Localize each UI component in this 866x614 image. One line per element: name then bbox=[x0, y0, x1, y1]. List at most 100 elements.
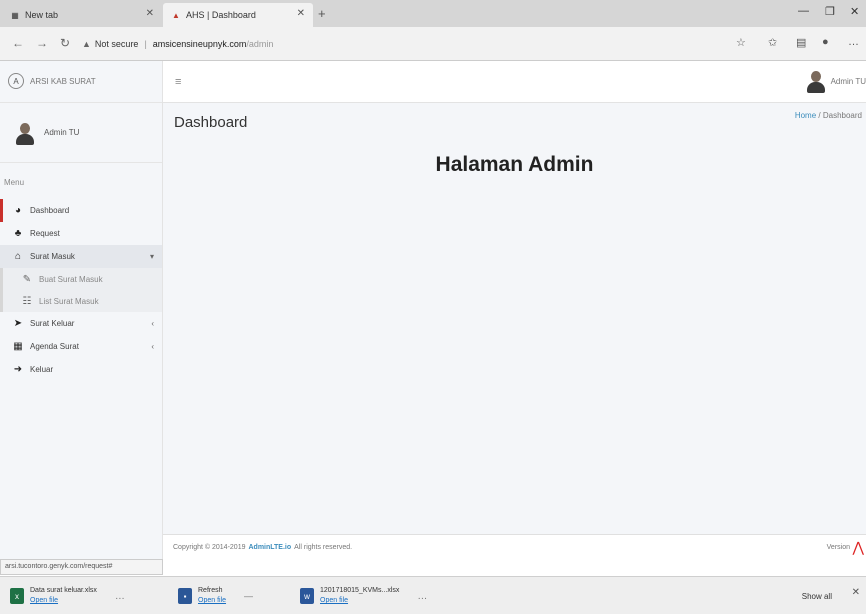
word-file-icon: w bbox=[300, 588, 314, 604]
back-icon[interactable]: ← bbox=[12, 36, 24, 50]
breadcrumb: Home / Dashboard bbox=[795, 111, 862, 120]
avatar bbox=[805, 69, 827, 93]
chevron-left-icon: ‹ bbox=[151, 319, 154, 328]
more-options-icon[interactable]: … bbox=[417, 591, 427, 602]
lock-warning-icon: ▲ bbox=[82, 39, 91, 49]
inbox-icon: ⌂ bbox=[14, 251, 22, 262]
chevron-left-icon: ‹ bbox=[151, 342, 154, 351]
more-menu-icon[interactable]: … bbox=[848, 36, 859, 48]
url-host: amsicensineupnyk.com bbox=[152, 39, 247, 49]
chevron-down-icon: ▾ bbox=[149, 252, 154, 261]
close-tab-icon[interactable]: ✕ bbox=[297, 8, 305, 19]
sidebar-item-request[interactable]: ♣ Request bbox=[0, 222, 162, 245]
download-filename: Data surat keluar.xlsx bbox=[30, 587, 97, 594]
brand-name: ARSI KAB SURAT bbox=[30, 77, 96, 86]
forward-icon[interactable]: → bbox=[36, 36, 48, 50]
tab-new-tab[interactable]: ▦ New tab ✕ bbox=[2, 3, 162, 27]
open-file-link[interactable]: Open file bbox=[30, 596, 97, 606]
show-all-button[interactable]: Show all bbox=[796, 587, 838, 605]
avatar bbox=[14, 121, 36, 145]
download-filename: 1201718015_KVMs...xlsx bbox=[320, 587, 400, 594]
sidebar-item-label: Dashboard bbox=[30, 206, 70, 215]
sidebar-item-buat-surat-masuk[interactable]: ✎ Buat Surat Masuk bbox=[3, 268, 162, 290]
browser-tab-strip: ▦ New tab ✕ ▲ AHS | Dashboard ✕ + — ❐ ✕ bbox=[0, 0, 866, 27]
sidebar-item-list-surat-masuk[interactable]: ☷ List Surat Masuk bbox=[3, 290, 162, 312]
new-tab-icon[interactable]: + bbox=[318, 6, 326, 21]
close-tab-icon[interactable]: ✕ bbox=[146, 8, 154, 19]
sidebar-item-keluar[interactable]: ➜ Keluar bbox=[0, 358, 162, 381]
url-divider: | bbox=[144, 39, 147, 49]
brand-header[interactable]: A ARSI KAB SURAT bbox=[0, 61, 162, 103]
sidebar: A ARSI KAB SURAT Admin TU Menu ◕ Dashboa… bbox=[0, 61, 163, 559]
favorites-icon[interactable]: ✩ bbox=[768, 36, 777, 49]
open-file-link[interactable]: Open file bbox=[198, 596, 226, 606]
breadcrumb-current: Dashboard bbox=[822, 111, 862, 120]
sidebar-item-label: Request bbox=[30, 229, 60, 238]
user-menu-name: Admin TU bbox=[830, 76, 866, 86]
collections-icon[interactable]: ▤ bbox=[796, 36, 806, 49]
minimize-icon[interactable]: — bbox=[798, 5, 809, 17]
download-filename: Refresh bbox=[198, 587, 223, 594]
footer: Copyright © 2014-2019 AdminLTE.io All ri… bbox=[163, 534, 866, 559]
paper-plane-icon: ➤ bbox=[13, 318, 23, 329]
download-item[interactable]: x Data surat keluar.xlsx Open file … bbox=[10, 582, 125, 610]
sidebar-item-dashboard[interactable]: ◕ Dashboard bbox=[0, 199, 162, 222]
copyright-text: Copyright © 2014-2019 bbox=[173, 543, 246, 551]
list-icon: ☷ bbox=[22, 295, 32, 307]
user-panel: Admin TU bbox=[0, 103, 162, 163]
newtab-icon: ▦ bbox=[11, 10, 19, 20]
adminlte-link[interactable]: AdminLTE.io bbox=[248, 544, 291, 551]
user-name: Admin TU bbox=[44, 128, 80, 137]
version-label: Version bbox=[826, 544, 850, 551]
close-shelf-icon[interactable]: ✕ bbox=[852, 587, 860, 598]
chevron-icon[interactable]: — bbox=[244, 591, 253, 601]
main-heading: Halaman Admin bbox=[435, 153, 594, 176]
sidebar-item-label: Agenda Surat bbox=[30, 342, 79, 351]
dashboard-icon: ◕ bbox=[14, 205, 22, 216]
breadcrumb-separator: / bbox=[818, 111, 821, 120]
page-title: Dashboard bbox=[174, 114, 248, 131]
tab-title: AHS | Dashboard bbox=[186, 10, 256, 20]
content-wrapper: Dashboard Home / Dashboard Halaman Admin bbox=[163, 103, 866, 534]
sidebar-item-label: Buat Surat Masuk bbox=[39, 274, 103, 284]
bell-icon: ♣ bbox=[14, 228, 22, 239]
menu-header: Menu bbox=[4, 178, 25, 187]
breadcrumb-home-link[interactable]: Home bbox=[795, 111, 816, 120]
menu-toggle-icon[interactable]: ≡ bbox=[175, 76, 181, 88]
top-navbar: ≡ Admin TU bbox=[163, 61, 866, 103]
download-item[interactable]: w 1201718015_KVMs...xlsx Open file … bbox=[300, 582, 427, 610]
sidebar-item-label: List Surat Masuk bbox=[39, 296, 99, 306]
sidebar-item-agenda-surat[interactable]: ▦ Agenda Surat ‹ bbox=[0, 335, 162, 358]
book-icon: ▦ bbox=[13, 341, 23, 352]
tab-title: New tab bbox=[25, 10, 59, 20]
pencil-icon: ✎ bbox=[22, 273, 32, 285]
security-label: Not secure bbox=[94, 39, 139, 49]
favorite-star-icon[interactable]: ☆ bbox=[736, 36, 746, 49]
file-icon: ▪ bbox=[178, 588, 192, 604]
address-toolbar: ← → ↻ ▲ Not secure | amsicensineupnyk.co… bbox=[0, 27, 866, 61]
download-item[interactable]: ▪ Refresh Open file — bbox=[178, 582, 253, 610]
sidebar-item-surat-keluar[interactable]: ➤ Surat Keluar ‹ bbox=[0, 312, 162, 335]
surat-masuk-submenu: ✎ Buat Surat Masuk ☷ List Surat Masuk bbox=[0, 268, 162, 312]
excel-file-icon: x bbox=[10, 588, 24, 604]
more-options-icon[interactable]: … bbox=[115, 591, 125, 602]
open-file-link[interactable]: Open file bbox=[320, 596, 399, 606]
window-close-icon[interactable]: ✕ bbox=[850, 5, 859, 18]
tab-dashboard[interactable]: ▲ AHS | Dashboard ✕ bbox=[163, 3, 313, 27]
sidebar-item-label: Surat Keluar bbox=[30, 319, 75, 328]
sidebar-item-surat-masuk[interactable]: ⌂ Surat Masuk ▾ bbox=[0, 245, 162, 268]
user-menu[interactable]: Admin TU bbox=[805, 69, 866, 93]
rights-text: All rights reserved. bbox=[294, 543, 353, 551]
brand-logo-icon: A bbox=[8, 73, 24, 89]
address-bar[interactable]: ▲ Not secure | amsicensineupnyk.com /adm… bbox=[82, 34, 722, 54]
refresh-icon[interactable]: ↻ bbox=[60, 36, 70, 50]
profile-icon[interactable]: ● bbox=[822, 36, 829, 48]
sidebar-item-label: Keluar bbox=[30, 365, 54, 374]
url-path: /admin bbox=[246, 39, 274, 49]
adobe-icon: ⋀ bbox=[852, 539, 864, 555]
status-url: arsi.tucontoro.genyk.com/request# bbox=[0, 559, 163, 575]
sign-out-icon: ➜ bbox=[13, 364, 23, 375]
maximize-icon[interactable]: ❐ bbox=[825, 5, 835, 18]
download-shelf: x Data surat keluar.xlsx Open file … ▪ R… bbox=[0, 576, 866, 614]
site-favicon: ▲ bbox=[172, 10, 180, 20]
